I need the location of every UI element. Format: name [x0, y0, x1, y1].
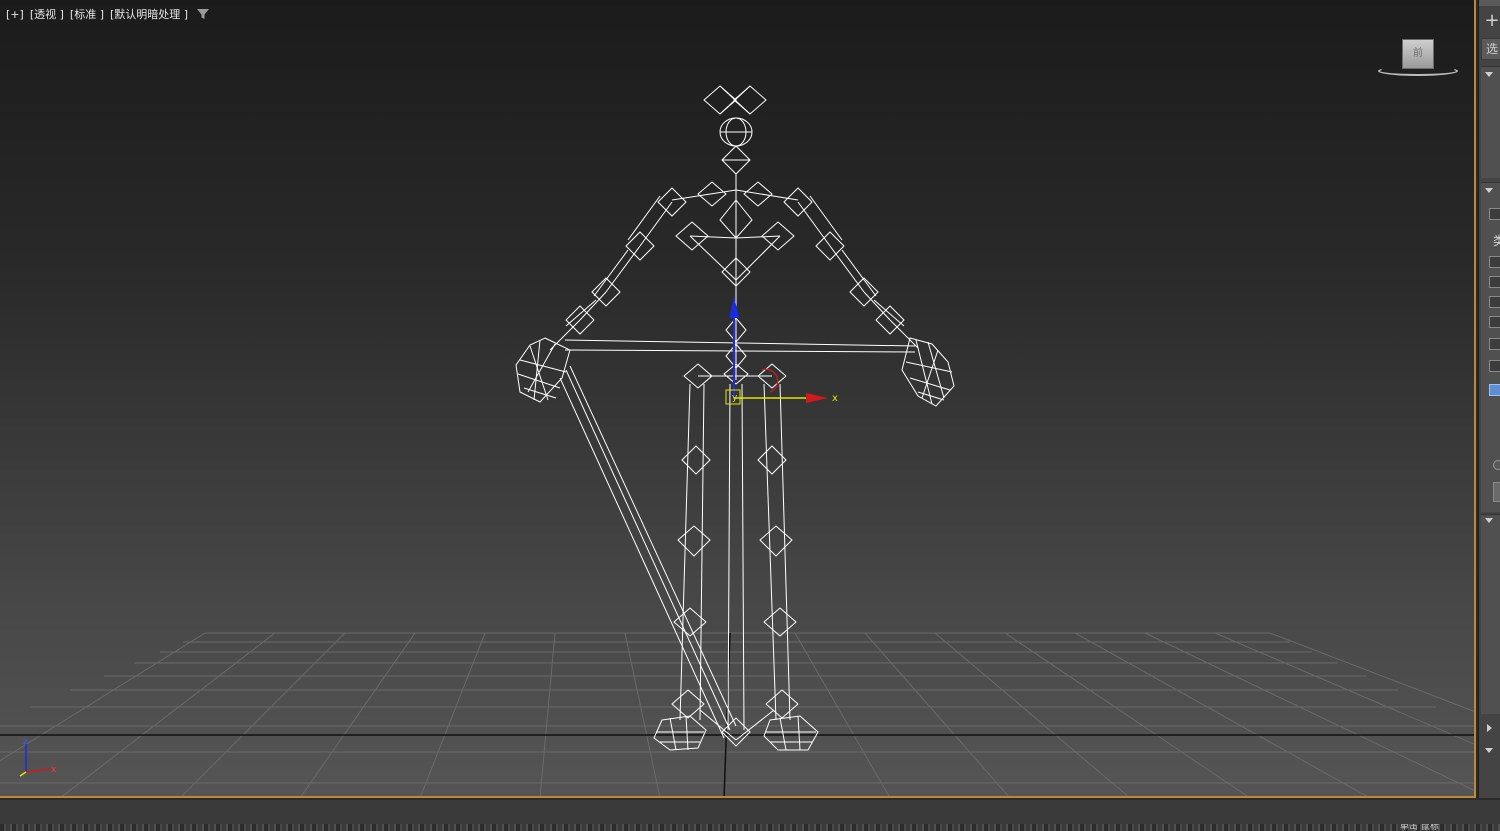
selection-field[interactable]: 选 [1481, 38, 1500, 60]
axis-tripod: z x [19, 737, 57, 777]
viewcube[interactable]: 前 [1376, 36, 1460, 80]
option-button[interactable] [1493, 482, 1500, 502]
move-gizmo: x y [725, 296, 838, 405]
command-panel-tabs[interactable] [1479, 0, 1500, 6]
viewport-display-menu[interactable]: [标准 ] [68, 6, 106, 22]
viewport-view-menu[interactable]: [透视 ] [28, 6, 66, 22]
checkbox[interactable] [1489, 316, 1500, 328]
right-hand [901, 337, 955, 407]
rollout-label: 类 [1493, 234, 1500, 248]
checkbox[interactable] [1489, 208, 1500, 220]
tripod-z-label: z [23, 737, 28, 747]
ground-grid [0, 632, 1474, 796]
timeline-track[interactable] [0, 824, 1500, 831]
grid-axis-y [723, 632, 731, 796]
status-hint: 单击 鼠标 [1400, 824, 1439, 831]
right-foot [763, 715, 819, 751]
checkbox[interactable] [1489, 296, 1500, 308]
checkbox[interactable] [1489, 256, 1500, 268]
viewport-plus-menu[interactable]: [+] [4, 8, 26, 21]
checkbox[interactable] [1489, 338, 1500, 350]
rollout-1[interactable] [1481, 66, 1500, 178]
checkbox-checked[interactable] [1489, 384, 1500, 396]
gizmo-y-label: y [732, 393, 738, 403]
gizmo-x-label: x [832, 393, 838, 404]
viewcube-front-face[interactable]: 前 [1402, 39, 1434, 69]
filter-icon[interactable] [196, 7, 210, 21]
plus-icon[interactable]: + [1483, 10, 1500, 32]
checkbox[interactable] [1489, 360, 1500, 372]
viewport-shading-menu[interactable]: [默认明暗处理 ] [108, 6, 190, 22]
chevron-right-icon[interactable] [1487, 724, 1492, 732]
checkbox[interactable] [1489, 276, 1500, 288]
left-hand [515, 337, 571, 403]
chevron-down-icon[interactable] [1485, 188, 1493, 193]
rollout-3[interactable] [1481, 514, 1500, 714]
viewport-scene[interactable]: x y z x [0, 0, 1476, 798]
biped-skeleton [515, 85, 955, 751]
radio-button[interactable] [1493, 460, 1500, 470]
chevron-down-icon[interactable] [1485, 518, 1493, 523]
viewport-label-menu[interactable]: [+] [透视 ] [标准 ] [默认明暗处理 ] [4, 6, 210, 22]
chevron-down-icon[interactable] [1485, 748, 1493, 753]
chevron-down-icon[interactable] [1485, 72, 1493, 77]
3d-application: x y z x [+] [透视 ] [标准 ] [默认明暗处理 ] 前 + 选 … [0, 0, 1500, 831]
perspective-viewport[interactable]: x y z x [+] [透视 ] [标准 ] [默认明暗处理 ] 前 [0, 0, 1476, 798]
status-bar: 单击 鼠标 [0, 800, 1500, 831]
command-panel: + 选 类 [1478, 0, 1500, 798]
tripod-x-label: x [51, 765, 57, 775]
left-foot [653, 715, 707, 751]
